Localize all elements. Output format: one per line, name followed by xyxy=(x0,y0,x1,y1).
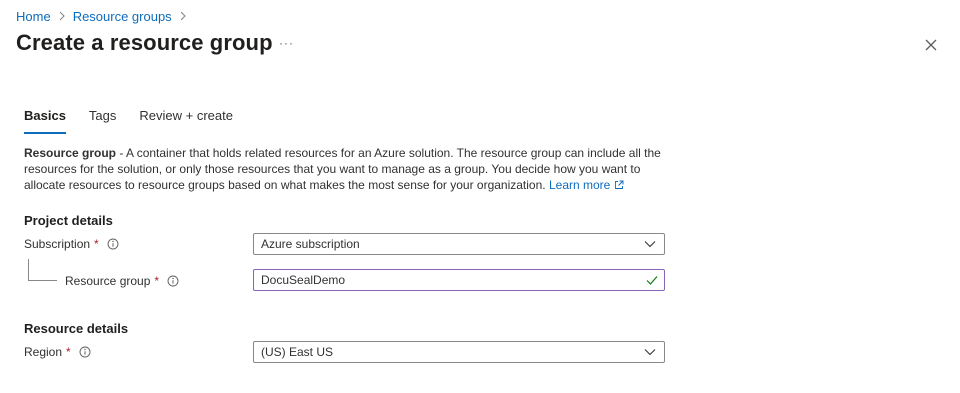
resource-group-label: Resource group xyxy=(65,274,151,288)
tab-basics[interactable]: Basics xyxy=(24,108,66,134)
tab-bar: Basics Tags Review + create xyxy=(24,108,256,134)
subscription-value: Azure subscription xyxy=(261,237,360,251)
subscription-dropdown[interactable]: Azure subscription xyxy=(253,233,665,255)
description-bold: Resource group xyxy=(24,146,117,160)
info-icon[interactable] xyxy=(167,275,179,287)
checkmark-icon xyxy=(645,273,659,287)
learn-more-label: Learn more xyxy=(548,178,611,192)
subscription-label-row: Subscription * xyxy=(24,237,119,251)
external-link-icon xyxy=(614,178,624,192)
info-icon[interactable] xyxy=(79,346,91,358)
required-marker: * xyxy=(154,274,160,288)
learn-more-link[interactable]: Learn more xyxy=(549,178,624,192)
required-marker: * xyxy=(66,345,71,359)
info-icon[interactable] xyxy=(107,238,119,250)
required-marker: * xyxy=(94,237,99,251)
resource-group-input[interactable]: DocuSealDemo xyxy=(253,269,665,291)
close-icon[interactable] xyxy=(921,35,941,55)
description-text: Resource group - A container that holds … xyxy=(24,145,674,193)
breadcrumb: Home Resource groups xyxy=(16,7,194,25)
tab-tags[interactable]: Tags xyxy=(89,108,116,134)
chevron-right-icon xyxy=(58,11,66,21)
region-dropdown[interactable]: (US) East US xyxy=(253,341,665,363)
region-label-row: Region * xyxy=(24,345,91,359)
breadcrumb-home[interactable]: Home xyxy=(16,9,51,24)
chevron-down-icon xyxy=(643,237,657,251)
resource-group-label-row: Resource group * xyxy=(65,274,179,288)
tab-review-create[interactable]: Review + create xyxy=(139,108,233,134)
subscription-label: Subscription xyxy=(24,237,91,251)
chevron-right-icon xyxy=(179,11,187,21)
region-value: (US) East US xyxy=(261,345,334,359)
more-icon[interactable]: ··· xyxy=(279,36,294,50)
project-details-title: Project details xyxy=(24,213,113,228)
chevron-down-icon xyxy=(643,345,657,359)
region-label: Region xyxy=(24,345,63,359)
resource-group-value: DocuSealDemo xyxy=(261,273,346,287)
breadcrumb-resource-groups[interactable]: Resource groups xyxy=(73,9,172,24)
tree-connector xyxy=(28,259,57,281)
page-title: Create a resource group xyxy=(16,30,273,55)
resource-details-title: Resource details xyxy=(24,321,129,336)
